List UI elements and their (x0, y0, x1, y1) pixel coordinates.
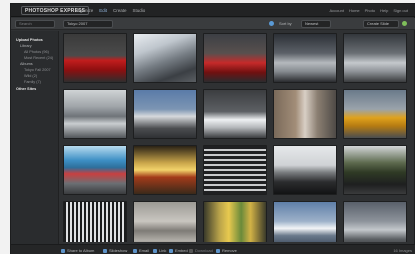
photo-thumbnail[interactable] (273, 33, 337, 83)
photo-thumbnail[interactable] (273, 89, 337, 139)
toolbar: Search Tokyo 2007 Sort by Newest Create … (11, 18, 415, 30)
photo-thumbnail[interactable] (273, 145, 337, 195)
link-account[interactable]: Account (330, 7, 344, 14)
photo-grid (63, 33, 415, 242)
sidebar: Upload Photos Library All Photos (96) Mo… (11, 31, 59, 244)
email-button[interactable]: Email (133, 247, 149, 254)
view-toggle-icon[interactable] (269, 20, 274, 28)
photo-thumbnail[interactable] (343, 145, 407, 195)
photo-thumbnail[interactable] (343, 89, 407, 139)
sort-select[interactable]: Newest (301, 20, 331, 28)
slideshow-button[interactable]: Slideshow (103, 247, 127, 254)
photo-thumbnail[interactable] (343, 33, 407, 83)
search-input[interactable]: Search (15, 20, 55, 28)
photo-thumbnail[interactable] (203, 145, 267, 195)
nav-create[interactable]: Create (113, 7, 127, 14)
share-album-button[interactable]: Share to Album (61, 247, 94, 254)
trash-icon (216, 248, 220, 253)
photo-thumbnail[interactable] (133, 33, 197, 83)
app-window: PHOTOSHOP EXPRESS Organize Edit Create S… (10, 3, 415, 254)
image-count: 16 Images (393, 248, 412, 253)
photo-thumbnail[interactable] (133, 89, 197, 139)
photo-thumbnail[interactable] (203, 201, 267, 242)
account-links: Account Home Photo Help Sign out (330, 7, 409, 14)
download-button[interactable]: Download (189, 247, 213, 254)
embed-button[interactable]: Embed (169, 247, 188, 254)
photo-thumbnail[interactable] (63, 145, 127, 195)
photo-thumbnail[interactable] (203, 33, 267, 83)
nav-organize[interactable]: Organize (75, 7, 93, 14)
link-button[interactable]: Link (153, 247, 166, 254)
link-home[interactable]: Home (349, 7, 360, 14)
link-photo[interactable]: Photo (365, 7, 375, 14)
photo-thumbnail[interactable] (133, 201, 197, 242)
slide-select[interactable]: Create Slide (363, 20, 399, 28)
photo-thumbnail[interactable] (273, 201, 337, 242)
link-icon (153, 248, 157, 253)
main-nav: Organize Edit Create Studio (75, 7, 145, 14)
photo-thumbnail[interactable] (63, 89, 127, 139)
photo-thumbnail[interactable] (63, 33, 127, 83)
embed-icon (169, 248, 173, 253)
email-icon (133, 248, 137, 253)
share-icon (61, 248, 65, 253)
album-select[interactable]: Tokyo 2007 (63, 20, 113, 28)
remove-button[interactable]: Remove (216, 247, 237, 254)
nav-edit[interactable]: Edit (99, 7, 107, 14)
slideshow-play-icon[interactable] (402, 20, 407, 28)
sort-label: Sort by (279, 21, 292, 26)
sidebar-other-sites[interactable]: Other Sites (16, 86, 58, 92)
sidebar-album-family[interactable]: Family (7) (16, 79, 58, 85)
link-sign-out[interactable]: Sign out (393, 7, 408, 14)
link-help[interactable]: Help (380, 7, 388, 14)
top-bar: PHOTOSHOP EXPRESS Organize Edit Create S… (11, 4, 415, 17)
photo-thumbnail[interactable] (133, 145, 197, 195)
nav-studio[interactable]: Studio (133, 7, 146, 14)
photo-thumbnail[interactable] (63, 201, 127, 242)
bottom-action-bar: Share to Album Slideshow Email Link Embe… (11, 244, 415, 254)
photo-thumbnail[interactable] (343, 201, 407, 242)
download-icon (189, 248, 193, 253)
photo-thumbnail[interactable] (203, 89, 267, 139)
slideshow-icon (103, 248, 107, 253)
